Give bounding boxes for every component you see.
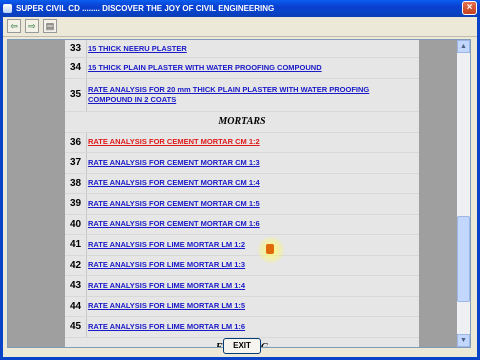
content-scroll-area[interactable]: 33 15 THICK NEERU PLASTER 34 15 THICK PL… bbox=[7, 39, 471, 348]
row-number: 34 bbox=[65, 58, 87, 78]
row-link[interactable]: RATE ANALYSIS FOR LIME MORTAR LM 1:3 bbox=[88, 256, 415, 276]
row-number: 33 bbox=[65, 40, 87, 57]
table-row: 40 RATE ANALYSIS FOR CEMENT MORTAR CM 1:… bbox=[65, 214, 419, 235]
row-link[interactable]: RATE ANALYSIS FOR CEMENT MORTAR CM 1:6 bbox=[88, 215, 415, 235]
exit-button[interactable]: EXIT bbox=[223, 338, 261, 354]
row-number: 41 bbox=[65, 235, 87, 255]
row-link[interactable]: RATE ANALYSIS FOR CEMENT MORTAR CM 1:4 bbox=[88, 174, 415, 194]
table-row: 35 RATE ANALYSIS FOR 20 mm THICK PLAIN P… bbox=[65, 78, 419, 112]
row-number: 36 bbox=[65, 132, 87, 152]
table-row: 36 RATE ANALYSIS FOR CEMENT MORTAR CM 1:… bbox=[65, 132, 419, 153]
table-row: 45 RATE ANALYSIS FOR LIME MORTAR LM 1:6 bbox=[65, 317, 419, 338]
row-link[interactable]: RATE ANALYSIS FOR 20 mm THICK PLAIN PLAS… bbox=[88, 79, 415, 111]
scroll-down-icon[interactable]: ▼ bbox=[457, 334, 470, 347]
content-pane: 33 15 THICK NEERU PLASTER 34 15 THICK PL… bbox=[8, 40, 459, 347]
row-number: 38 bbox=[65, 173, 87, 193]
table-row: 34 15 THICK PLAIN PLASTER WITH WATER PRO… bbox=[65, 58, 419, 79]
table-row: 33 15 THICK NEERU PLASTER bbox=[65, 40, 419, 58]
row-number: 45 bbox=[65, 317, 87, 337]
row-link-active[interactable]: RATE ANALYSIS FOR CEMENT MORTAR CM 1:2 bbox=[88, 133, 415, 153]
title-bar: SUPER CIVIL CD ........ DISCOVER THE JOY… bbox=[0, 0, 480, 17]
row-link[interactable]: RATE ANALYSIS FOR LIME MORTAR LM 1:4 bbox=[88, 276, 415, 296]
row-number: 37 bbox=[65, 153, 87, 173]
row-link[interactable]: RATE ANALYSIS FOR LIME MORTAR LM 1:5 bbox=[88, 297, 415, 317]
section-heading-mortars: MORTARS bbox=[65, 111, 419, 133]
row-link[interactable]: 15 THICK NEERU PLASTER bbox=[88, 40, 415, 57]
forward-arrow-icon[interactable]: ⇨ bbox=[25, 19, 39, 33]
table-row: 38 RATE ANALYSIS FOR CEMENT MORTAR CM 1:… bbox=[65, 173, 419, 194]
row-number: 44 bbox=[65, 296, 87, 316]
toolbar: ⇦ ⇨ ▤ bbox=[3, 17, 477, 37]
window-title: SUPER CIVIL CD ........ DISCOVER THE JOY… bbox=[16, 4, 275, 13]
table-row: 43 RATE ANALYSIS FOR LIME MORTAR LM 1:4 bbox=[65, 276, 419, 297]
row-link[interactable]: RATE ANALYSIS FOR CEMENT MORTAR CM 1:3 bbox=[88, 153, 415, 173]
hand-cursor-icon bbox=[266, 244, 274, 254]
vertical-scrollbar[interactable]: ▲ ▼ bbox=[457, 40, 470, 347]
row-number: 39 bbox=[65, 194, 87, 214]
table-row: 42 RATE ANALYSIS FOR LIME MORTAR LM 1:3 bbox=[65, 255, 419, 276]
row-link[interactable]: RATE ANALYSIS FOR LIME MORTAR LM 1:6 bbox=[88, 317, 415, 337]
row-link[interactable]: RATE ANALYSIS FOR LIME MORTAR LM 1:2 bbox=[88, 235, 415, 255]
page-icon[interactable]: ▤ bbox=[43, 19, 57, 33]
scrollbar-thumb[interactable] bbox=[457, 216, 470, 302]
window-body: ⇦ ⇨ ▤ 33 15 THICK NEERU PLASTER 34 15 TH… bbox=[0, 17, 480, 360]
row-number: 35 bbox=[65, 78, 87, 111]
row-link[interactable]: 15 THICK PLAIN PLASTER WITH WATER PROOFI… bbox=[88, 58, 415, 78]
scroll-up-icon[interactable]: ▲ bbox=[457, 40, 470, 53]
close-button[interactable]: × bbox=[462, 1, 477, 15]
table-row: 44 RATE ANALYSIS FOR LIME MORTAR LM 1:5 bbox=[65, 296, 419, 317]
table-row: 41 RATE ANALYSIS FOR LIME MORTAR LM 1:2 bbox=[65, 235, 419, 256]
row-number: 40 bbox=[65, 214, 87, 234]
row-number: 43 bbox=[65, 276, 87, 296]
rate-analysis-table: 33 15 THICK NEERU PLASTER 34 15 THICK PL… bbox=[65, 40, 419, 347]
back-arrow-icon[interactable]: ⇦ bbox=[7, 19, 21, 33]
table-row: 37 RATE ANALYSIS FOR CEMENT MORTAR CM 1:… bbox=[65, 153, 419, 174]
row-number: 42 bbox=[65, 255, 87, 275]
row-link[interactable]: RATE ANALYSIS FOR CEMENT MORTAR CM 1:5 bbox=[88, 194, 415, 214]
app-icon bbox=[3, 4, 12, 13]
table-row: 39 RATE ANALYSIS FOR CEMENT MORTAR CM 1:… bbox=[65, 194, 419, 215]
